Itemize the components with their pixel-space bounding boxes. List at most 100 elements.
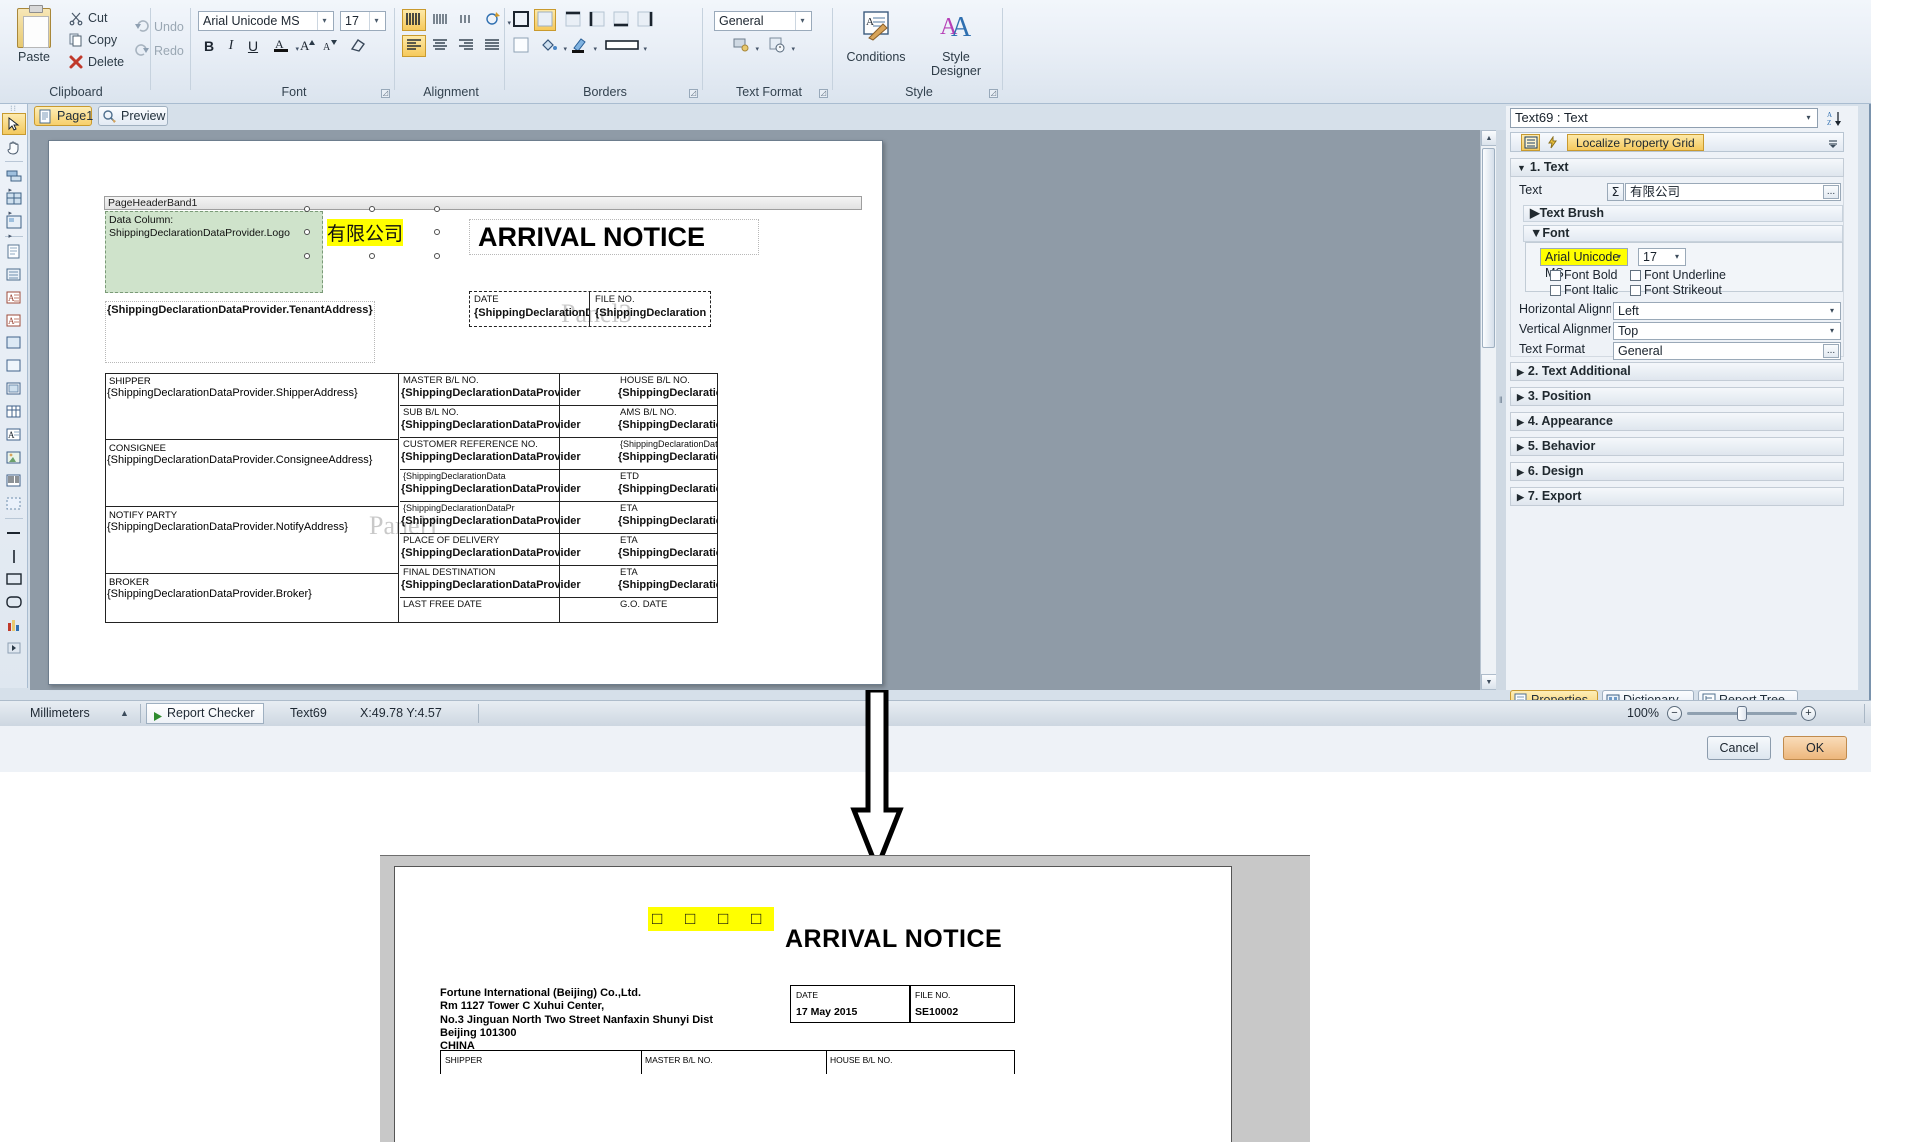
scrollbar-thumb[interactable]	[1482, 148, 1495, 348]
localize-property-grid-button[interactable]: Localize Property Grid	[1567, 134, 1704, 151]
object-selector-combobox[interactable]: Text69 : Text ▾	[1510, 108, 1818, 128]
font-color-button[interactable]: A	[270, 35, 299, 57]
font-size-combobox[interactable]: 17 ▾	[340, 11, 386, 31]
prop-textformat-ellipsis-button[interactable]: ...	[1823, 344, 1839, 358]
grid-left-block[interactable]: SHIPPER {ShippingDeclarationDataProvider.…	[106, 374, 398, 440]
font-dialog-launcher[interactable]: ◿	[381, 89, 390, 98]
events-view-button[interactable]	[1543, 134, 1562, 151]
grid-cell-right[interactable]: G.O. DATE	[617, 598, 719, 630]
text-rotation-button[interactable]	[482, 9, 511, 31]
border-top-button[interactable]	[562, 9, 584, 31]
zip-code-tool[interactable]	[2, 493, 26, 515]
properties-overflow-button[interactable]	[1823, 134, 1842, 151]
category-7-export[interactable]: ▶ 7. Export	[1510, 487, 1844, 506]
font-bold-checkbox[interactable]	[1550, 270, 1561, 281]
align-center-button[interactable]	[428, 35, 452, 57]
date-format-button[interactable]	[766, 35, 795, 57]
resize-handle-ne[interactable]	[434, 206, 440, 212]
grid-cell-right[interactable]: ETD{ShippingDeclarationDataProvider	[617, 470, 719, 501]
tab-page1[interactable]: Page1	[34, 106, 93, 126]
grid-cell-left[interactable]: {ShippingDeclarationData {ShippingDeclara…	[400, 470, 616, 501]
undo-button[interactable]: Undo	[132, 16, 184, 38]
border-right-button[interactable]	[634, 9, 656, 31]
horizontal-line-tool[interactable]	[2, 522, 26, 544]
border-left-button[interactable]	[586, 9, 608, 31]
align-center-vertical-button[interactable]	[428, 9, 452, 31]
prop-font-family-combobox[interactable]: Arial Unicode MS ▾	[1540, 248, 1628, 280]
prop-font-group-header[interactable]: ▼Font	[1523, 225, 1843, 242]
container-tool[interactable]	[2, 378, 26, 400]
cross-band-tool[interactable]	[2, 188, 26, 210]
text-format-combobox[interactable]: General ▾	[714, 11, 812, 31]
text-component-tool[interactable]: A	[2, 286, 26, 308]
grid-cell-right[interactable]: {ShippingDeclarationDataProvider.Carrier…	[617, 438, 719, 469]
rectangle-tool[interactable]	[2, 568, 26, 590]
category-4-appearance[interactable]: ▶ 4. Appearance	[1510, 412, 1844, 431]
resize-handle-nw[interactable]	[304, 206, 310, 212]
select-tool[interactable]	[1, 113, 26, 135]
scroll-down-button[interactable]: ▼	[1481, 674, 1497, 690]
prop-font-size-combobox[interactable]: 17 ▾	[1638, 248, 1686, 266]
category-6-design[interactable]: ▶ 6. Design	[1510, 462, 1844, 481]
border-bottom-button[interactable]	[610, 9, 632, 31]
resize-handle-s[interactable]	[369, 253, 375, 259]
border-style-button[interactable]	[604, 35, 647, 57]
units-chevron-up-icon[interactable]: ▲	[120, 701, 129, 726]
image-tool[interactable]	[2, 447, 26, 469]
fill-color-button[interactable]	[538, 35, 567, 57]
vertical-line-tool[interactable]	[2, 545, 26, 567]
canvas-vertical-scrollbar[interactable]: ▲ ▼	[1480, 130, 1497, 690]
align-left-button[interactable]	[402, 35, 426, 57]
panel-splitter[interactable]: ‖	[1496, 130, 1506, 690]
grid-cell-right[interactable]: ETA{ShippingDeclarationDataProvider	[617, 534, 719, 565]
data-band-tool[interactable]	[2, 263, 26, 285]
hand-tool[interactable]	[2, 136, 26, 158]
report-title-element[interactable]: ARRIVAL NOTICE	[469, 219, 759, 255]
underline-button[interactable]: U	[242, 35, 264, 57]
status-units[interactable]: Millimeters	[30, 701, 90, 726]
prop-text-brush-group[interactable]: ▶Text Brush	[1523, 205, 1843, 222]
expression-sigma-button[interactable]: Σ	[1607, 183, 1624, 201]
resize-handle-n[interactable]	[369, 206, 375, 212]
selected-text-element[interactable]: 有限公司	[304, 206, 440, 259]
tenant-address-element[interactable]: {ShippingDeclarationDataProvider.TenantA…	[105, 301, 375, 363]
zoom-out-button[interactable]: −	[1667, 706, 1682, 721]
date-file-panel[interactable]: DATE {ShippingDeclarationD FILE NO. {Shi…	[469, 291, 711, 327]
clone-panel-tool[interactable]	[2, 355, 26, 377]
grid-cell-right[interactable]: HOUSE B/L NO.{ShippingDeclarationDataPro…	[617, 374, 719, 405]
panel-tool[interactable]	[2, 332, 26, 354]
categorized-view-button[interactable]	[1521, 134, 1540, 151]
grid-cell-left[interactable]: FINAL DESTINATION {ShippingDeclarationDat…	[400, 566, 616, 597]
clear-formatting-button[interactable]	[347, 35, 369, 57]
prop-textformat-field[interactable]: General ...	[1613, 342, 1841, 360]
resize-handle-se[interactable]	[434, 253, 440, 259]
redo-button[interactable]: Redo	[132, 40, 184, 62]
borders-dialog-launcher[interactable]: ◿	[689, 89, 698, 98]
cross-tab-tool[interactable]	[2, 211, 26, 233]
grid-cell-left[interactable]: MASTER B/L NO. {ShippingDeclarationDataPr…	[400, 374, 616, 405]
prop-text-ellipsis-button[interactable]: ...	[1823, 185, 1839, 199]
align-text-justify-all-button[interactable]	[402, 9, 426, 31]
category-5-behavior[interactable]: ▶ 5. Behavior	[1510, 437, 1844, 456]
cut-button[interactable]: Cut	[66, 8, 107, 28]
currency-format-button[interactable]	[730, 35, 759, 57]
resize-handle-sw[interactable]	[304, 253, 310, 259]
grid-cell-left[interactable]: {ShippingDeclarationDataPr {ShippingDecla…	[400, 502, 616, 533]
file-cell[interactable]: FILE NO. {ShippingDeclaration	[591, 292, 710, 326]
text-format-dialog-launcher[interactable]: ◿	[819, 89, 828, 98]
border-none-button[interactable]	[534, 9, 556, 31]
delete-button[interactable]: Delete	[66, 52, 124, 72]
toolbox-expand-button[interactable]	[2, 637, 26, 659]
font-family-combobox[interactable]: Arial Unicode MS ▾	[198, 11, 334, 31]
zoom-slider-thumb[interactable]	[1737, 706, 1747, 721]
grid-cell-left[interactable]: SUB B/L NO. {ShippingDeclarationDataProvi…	[400, 406, 616, 437]
grid-cell-left[interactable]: CUSTOMER REFERENCE NO. {ShippingDeclarati…	[400, 438, 616, 469]
details-grid[interactable]: SHIPPER {ShippingDeclarationDataProvider.…	[105, 373, 718, 623]
border-color-button[interactable]	[568, 35, 597, 57]
band-header-label[interactable]: PageHeaderBand1	[104, 196, 862, 210]
font-strikeout-checkbox[interactable]	[1630, 285, 1641, 296]
table-tool[interactable]	[2, 401, 26, 423]
report-canvas[interactable]: PageHeaderBand1 Data Column: ShippingDec…	[30, 130, 1497, 690]
ok-button[interactable]: OK	[1783, 736, 1847, 760]
logo-datacolumn-element[interactable]: Data Column: ShippingDeclarationDataProv…	[105, 211, 323, 293]
